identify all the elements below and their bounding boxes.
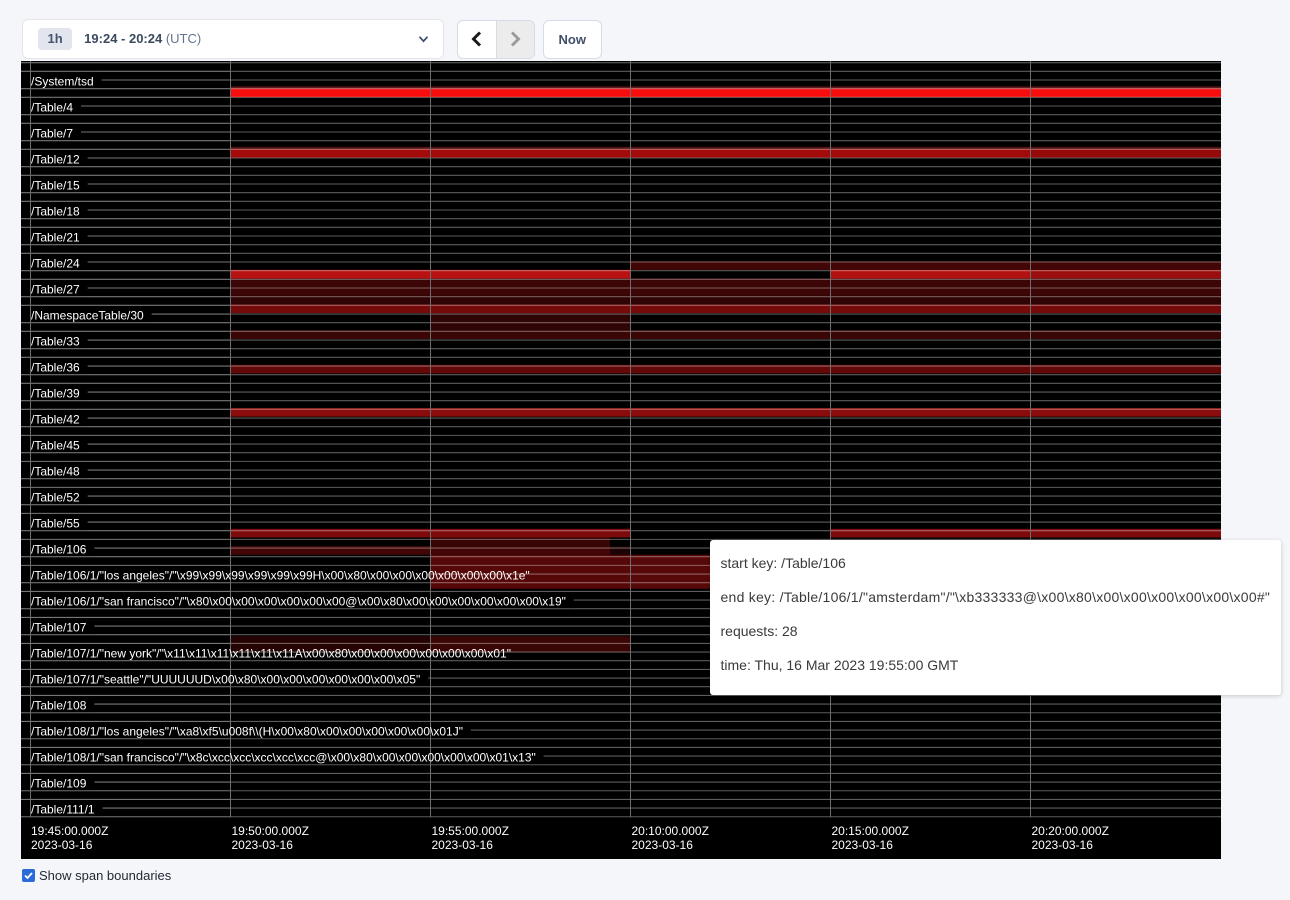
- svg-text:19:55:00.000Z: 19:55:00.000Z: [432, 824, 509, 838]
- svg-text:/Table/106/1/"san francisco"/": /Table/106/1/"san francisco"/"\x80\x00\x…: [31, 594, 566, 608]
- svg-text:19:45:00.000Z: 19:45:00.000Z: [31, 824, 108, 838]
- svg-text:/Table/15: /Table/15: [31, 178, 80, 192]
- svg-text:/NamespaceTable/30: /NamespaceTable/30: [31, 308, 144, 322]
- svg-text:/Table/108/1/"san francisco"/": /Table/108/1/"san francisco"/"\x8c\xcc\x…: [31, 750, 536, 764]
- svg-text:/Table/42: /Table/42: [31, 412, 80, 426]
- svg-text:20:10:00.000Z: 20:10:00.000Z: [632, 824, 709, 838]
- svg-text:/Table/109: /Table/109: [31, 776, 87, 790]
- svg-text:/Table/48: /Table/48: [31, 464, 80, 478]
- svg-text:/Table/21: /Table/21: [31, 230, 80, 244]
- svg-text:/Table/45: /Table/45: [31, 438, 80, 452]
- svg-text:/Table/12: /Table/12: [31, 152, 80, 166]
- svg-text:20:20:00.000Z: 20:20:00.000Z: [1032, 824, 1109, 838]
- svg-text:2023-03-16: 2023-03-16: [832, 838, 894, 852]
- svg-text:/Table/106: /Table/106: [31, 542, 87, 556]
- svg-text:/System/tsd: /System/tsd: [31, 74, 94, 88]
- svg-text:/Table/39: /Table/39: [31, 386, 80, 400]
- svg-text:2023-03-16: 2023-03-16: [432, 838, 494, 852]
- svg-text:/Table/24: /Table/24: [31, 256, 80, 270]
- svg-text:2023-03-16: 2023-03-16: [1032, 838, 1094, 852]
- svg-text:/Table/18: /Table/18: [31, 204, 80, 218]
- svg-text:2023-03-16: 2023-03-16: [31, 838, 93, 852]
- svg-text:/Table/52: /Table/52: [31, 490, 80, 504]
- svg-text:19:50:00.000Z: 19:50:00.000Z: [232, 824, 309, 838]
- svg-text:/Table/106/1/"los angeles"/"\x: /Table/106/1/"los angeles"/"\x99\x99\x99…: [31, 568, 530, 582]
- svg-text:/Table/107/1/"seattle"/"UUUUUU: /Table/107/1/"seattle"/"UUUUUUD\x00\x80\…: [31, 672, 420, 686]
- svg-text:/Table/108: /Table/108: [31, 698, 87, 712]
- svg-text:/Table/4: /Table/4: [31, 100, 73, 114]
- svg-text:/Table/111/1: /Table/111/1: [31, 802, 95, 816]
- svg-text:/Table/27: /Table/27: [31, 282, 80, 296]
- svg-text:/Table/33: /Table/33: [31, 334, 80, 348]
- svg-text:/Table/55: /Table/55: [31, 516, 80, 530]
- svg-text:20:15:00.000Z: 20:15:00.000Z: [832, 824, 909, 838]
- svg-text:2023-03-16: 2023-03-16: [232, 838, 294, 852]
- svg-text:/Table/107: /Table/107: [31, 620, 87, 634]
- svg-text:2023-03-16: 2023-03-16: [632, 838, 694, 852]
- svg-text:/Table/107/1/"new york"/"\x11\: /Table/107/1/"new york"/"\x11\x11\x11\x1…: [31, 646, 511, 660]
- svg-text:/Table/108/1/"los angeles"/"\x: /Table/108/1/"los angeles"/"\xa8\xf5\u00…: [31, 724, 463, 738]
- svg-text:/Table/36: /Table/36: [31, 360, 80, 374]
- svg-text:/Table/7: /Table/7: [31, 126, 73, 140]
